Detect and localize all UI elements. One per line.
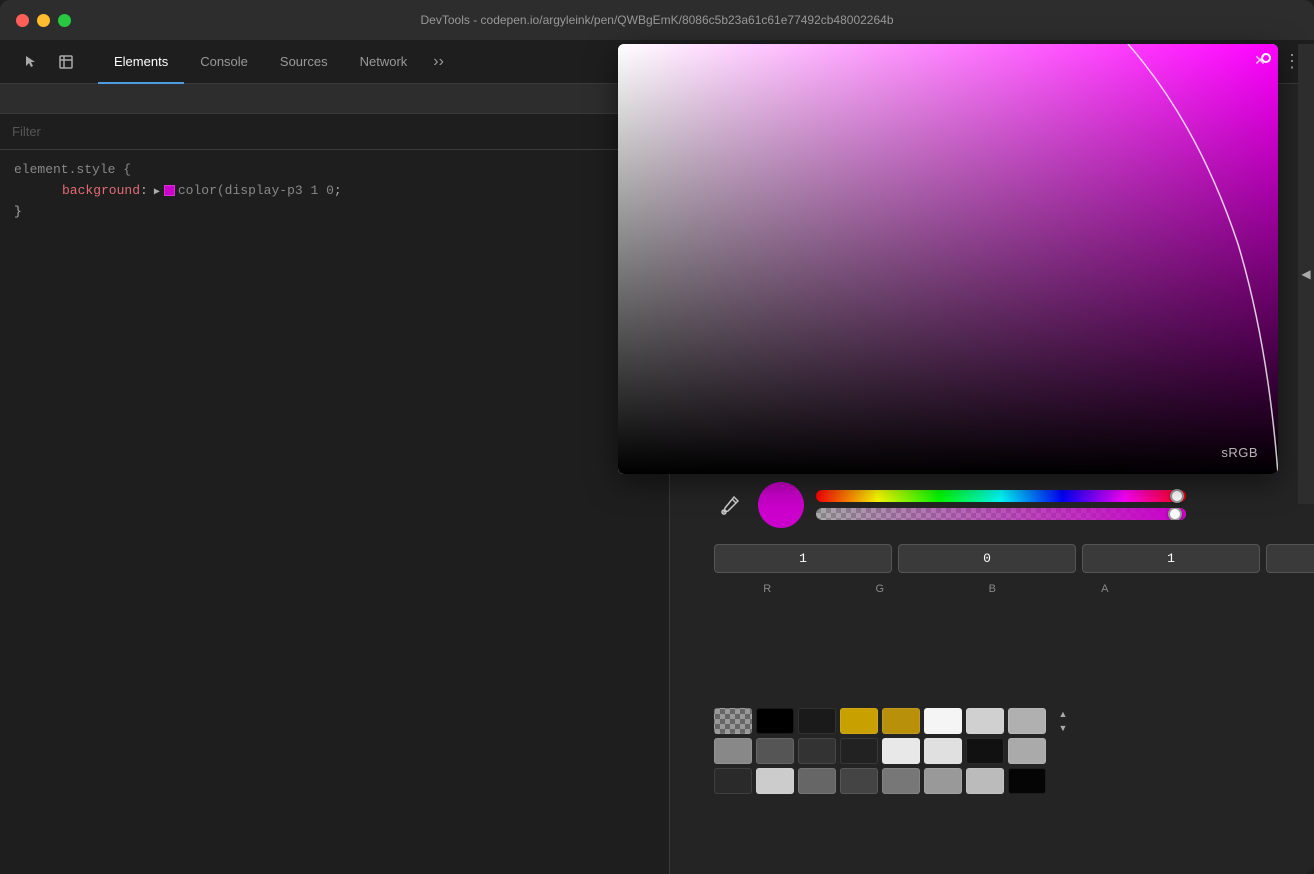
inspect-icon-btn[interactable] xyxy=(52,48,80,76)
swatch-gray7[interactable] xyxy=(840,768,878,794)
swatch-black2[interactable] xyxy=(1008,768,1046,794)
swatch-gray6[interactable] xyxy=(798,768,836,794)
srgb-label: sRGB xyxy=(1221,445,1258,460)
swatches-row-2 xyxy=(714,738,1196,764)
titlebar: DevTools - codepen.io/argyleink/pen/QWBg… xyxy=(0,0,1314,40)
swatch-gold-dark[interactable] xyxy=(840,708,878,734)
r-input[interactable] xyxy=(714,544,892,573)
swatch-gold[interactable] xyxy=(882,708,920,734)
r-label: R xyxy=(714,583,821,595)
swatch-light-gray[interactable] xyxy=(966,708,1004,734)
hue-slider-thumb xyxy=(1170,489,1184,503)
rgba-labels: R G B A xyxy=(700,581,1200,603)
swatch-medium-gray[interactable] xyxy=(1008,708,1046,734)
close-button[interactable] xyxy=(16,14,29,27)
swatches-row-3 xyxy=(714,768,1196,794)
swatch-gray5[interactable] xyxy=(1008,738,1046,764)
swatch-near-black[interactable] xyxy=(966,738,1004,764)
swatch-transparent[interactable] xyxy=(714,708,752,734)
g-label: G xyxy=(827,583,934,595)
expand-arrow[interactable]: ▶ xyxy=(154,187,160,198)
hue-slider[interactable] xyxy=(816,490,1186,502)
traffic-lights xyxy=(16,14,71,27)
tab-icon-group xyxy=(8,48,90,76)
color-swatch-inline[interactable] xyxy=(164,185,175,196)
color-canvas[interactable]: sRGB xyxy=(618,44,1278,474)
color-picker-controls: ▲ ▼ R G B A xyxy=(700,474,1200,603)
resize-handle[interactable]: ◀ xyxy=(1298,44,1314,504)
tab-console[interactable]: Console xyxy=(184,40,264,84)
color-sliders xyxy=(816,490,1186,520)
a-input[interactable] xyxy=(1266,544,1314,573)
window-title: DevTools - codepen.io/argyleink/pen/QWBg… xyxy=(421,13,894,27)
swatches-spinner: ▲ ▼ xyxy=(1054,708,1072,734)
eyedropper-button[interactable] xyxy=(714,489,746,521)
swatch-dark2[interactable] xyxy=(714,768,752,794)
cursor-icon-btn[interactable] xyxy=(18,48,46,76)
swatch-gray1[interactable] xyxy=(714,738,752,764)
alpha-slider-thumb xyxy=(1168,508,1182,520)
fullscreen-button[interactable] xyxy=(58,14,71,27)
color-gradient-field[interactable]: sRGB xyxy=(618,44,1278,474)
rgba-inputs: ▲ ▼ xyxy=(700,536,1200,581)
elements-toolbar xyxy=(0,84,669,114)
swatch-off-white[interactable] xyxy=(882,738,920,764)
swatch-gray2[interactable] xyxy=(756,738,794,764)
gradient-dark-layer xyxy=(618,44,1278,474)
a-label: A xyxy=(1052,583,1159,595)
tab-network[interactable]: Network xyxy=(344,40,424,84)
swatch-gray10[interactable] xyxy=(966,768,1004,794)
swatch-black[interactable] xyxy=(756,708,794,734)
swatches-row-1: ▲ ▼ xyxy=(714,708,1196,734)
filter-bar: Filter xyxy=(0,114,669,150)
swatch-gray9[interactable] xyxy=(924,768,962,794)
alpha-slider[interactable] xyxy=(816,508,1186,520)
css-selector-line: element.style { xyxy=(14,160,655,181)
css-close-brace: } xyxy=(14,202,655,223)
swatch-near-white[interactable] xyxy=(924,708,962,734)
popup-close-button[interactable]: ✕ xyxy=(1250,50,1270,70)
swatch-gray3[interactable] xyxy=(798,738,836,764)
swatches-area: ▲ ▼ xyxy=(700,700,1210,802)
color-picker-popup: sRGB ✕ xyxy=(618,44,1278,474)
css-editor: element.style { background : ▶ color(dis… xyxy=(0,150,669,232)
g-input[interactable] xyxy=(898,544,1076,573)
css-property-line: background : ▶ color(display-p3 1 0 ; xyxy=(38,181,655,202)
swatch-dark1[interactable] xyxy=(798,708,836,734)
swatch-gray4[interactable] xyxy=(840,738,878,764)
swatch-light1[interactable] xyxy=(924,738,962,764)
tab-more-button[interactable]: ›› xyxy=(423,53,454,71)
left-panel: Filter element.style { background : ▶ co… xyxy=(0,84,670,874)
swatches-spinner-up[interactable]: ▲ xyxy=(1054,708,1072,720)
swatch-light2[interactable] xyxy=(756,768,794,794)
minimize-button[interactable] xyxy=(37,14,50,27)
swatches-spinner-down[interactable]: ▼ xyxy=(1054,722,1072,734)
b-label: B xyxy=(939,583,1046,595)
b-input[interactable] xyxy=(1082,544,1260,573)
color-preview[interactable] xyxy=(758,482,804,528)
swatch-gray8[interactable] xyxy=(882,768,920,794)
color-tools-row xyxy=(700,474,1200,536)
alpha-checker xyxy=(816,508,1186,520)
devtools-window: DevTools - codepen.io/argyleink/pen/QWBg… xyxy=(0,0,1314,874)
tab-elements[interactable]: Elements xyxy=(98,40,184,84)
tab-sources[interactable]: Sources xyxy=(264,40,344,84)
